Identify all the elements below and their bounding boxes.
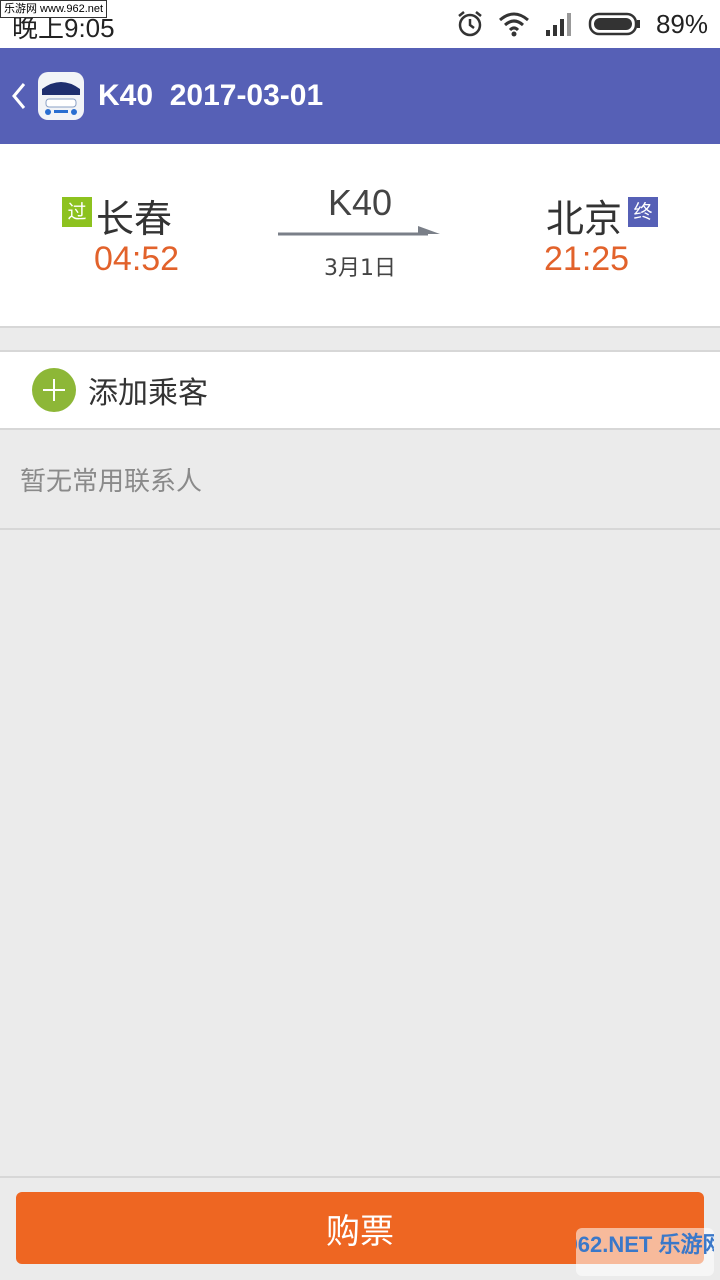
arrival-time: 21:25 [544, 240, 630, 278]
signal-icon [545, 13, 571, 36]
to-station-badge: 终 [628, 197, 658, 227]
page-title: K40 2017-03-01 [98, 79, 324, 112]
trip-date: 3月1日 [324, 256, 396, 281]
add-passenger-label: 添加乘客 [88, 376, 208, 411]
app-bar: K40 2017-03-01 [0, 48, 720, 144]
watermark-top: 乐游网 www.962.net [0, 0, 108, 18]
to-station: 北京 [546, 197, 623, 241]
status-bar: 晚上9:05 89% 乐游网 www.962.net [0, 0, 720, 48]
add-icon [32, 368, 76, 412]
back-button[interactable] [4, 48, 34, 144]
contacts-empty-state: 暂无常用联系人 [0, 430, 720, 530]
train-logo-icon [38, 72, 84, 120]
alarm-icon [458, 11, 482, 37]
add-passenger-row[interactable]: 添加乘客 [0, 350, 720, 430]
empty-contacts-text: 暂无常用联系人 [20, 466, 203, 497]
from-station-badge: 过 [62, 197, 92, 227]
watermark-text: 962.NET 乐游网 [576, 1232, 714, 1257]
battery-icon [588, 12, 640, 36]
departure-time: 04:52 [94, 240, 180, 278]
chevron-left-icon [12, 83, 26, 109]
from-station: 长春 [96, 197, 173, 241]
watermark-logo: 962.NET 乐游网 [576, 1228, 714, 1276]
route-arrow-icon [278, 226, 440, 236]
status-icons: 89% [456, 8, 708, 40]
battery-percentage: 89% [655, 8, 708, 39]
train-number: K40 [327, 182, 393, 223]
wifi-icon [498, 12, 529, 37]
